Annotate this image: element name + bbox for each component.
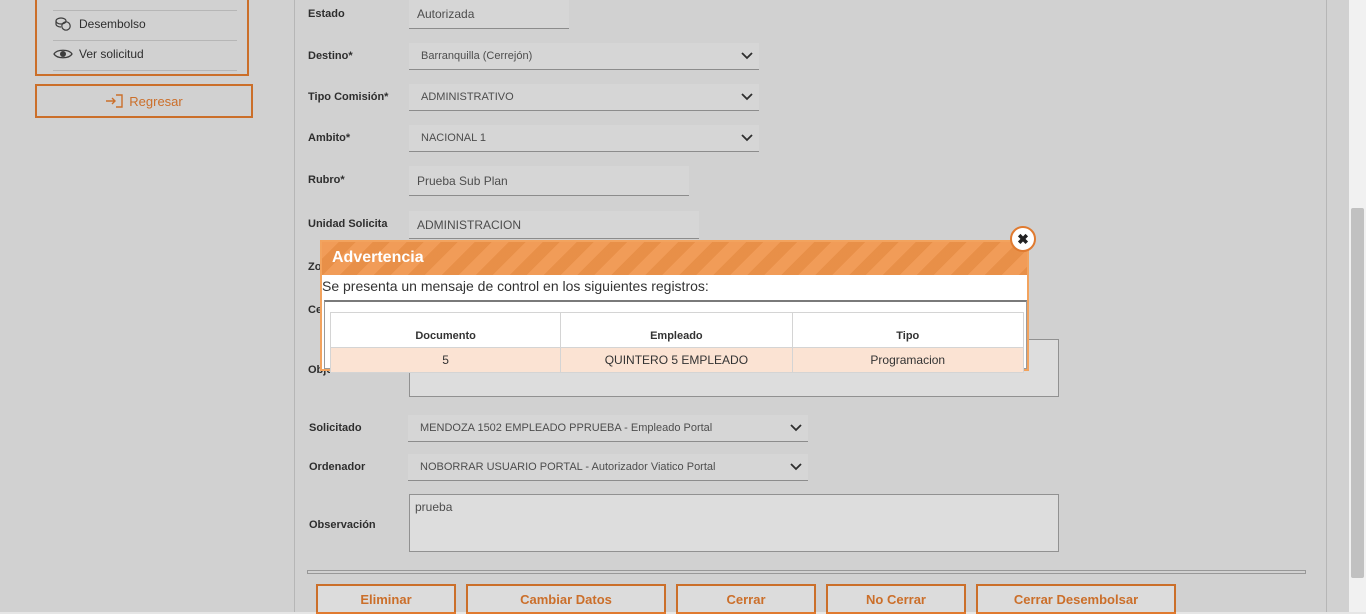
ordenador-label: Ordenador xyxy=(309,461,366,473)
eliminar-button[interactable]: Eliminar xyxy=(316,584,456,614)
dialog-title: Advertencia xyxy=(332,249,424,266)
rubro-field[interactable]: Prueba Sub Plan xyxy=(409,166,689,196)
dialog-header: Advertencia xyxy=(322,242,1027,275)
cambiar-datos-button[interactable]: Cambiar Datos xyxy=(466,584,666,614)
chevron-down-icon xyxy=(790,424,802,432)
destino-value: Barranquilla (Cerrejón) xyxy=(421,50,533,62)
scrollbar-thumb[interactable] xyxy=(1351,208,1364,578)
sidebar-item-label: Desembolso xyxy=(79,17,146,31)
tipo-comision-label: Tipo Comisión* xyxy=(308,91,389,103)
ordenador-value: NOBORRAR USUARIO PORTAL - Autorizador Vi… xyxy=(420,461,716,473)
estado-label: Estado xyxy=(308,8,345,20)
unidad-label: Unidad Solicita xyxy=(308,218,388,230)
warning-dialog: Advertencia Se presenta un mensaje de co… xyxy=(320,240,1029,373)
table-row[interactable]: 5 QUINTERO 5 EMPLEADO Programacion xyxy=(329,347,1025,373)
cerrar-desembolsar-button[interactable]: Cerrar Desembolsar xyxy=(976,584,1176,614)
records-table: Documento Empleado Tipo 5 QUINTERO 5 EMP… xyxy=(329,312,1025,373)
coins-icon xyxy=(53,15,73,33)
solicitado-select[interactable]: MENDOZA 1502 EMPLEADO PPRUEBA - Empleado… xyxy=(408,415,808,442)
close-icon[interactable]: ✖ xyxy=(1010,226,1036,252)
regresar-label: Regresar xyxy=(129,93,183,109)
column-header: Tipo xyxy=(791,312,1025,348)
unidad-field[interactable]: ADMINISTRACION xyxy=(409,211,699,239)
observacion-textarea[interactable]: prueba xyxy=(409,494,1059,552)
chevron-down-icon xyxy=(741,134,753,142)
cerrar-button[interactable]: Cerrar xyxy=(676,584,816,614)
table-cell: Programacion xyxy=(791,347,1025,373)
divider xyxy=(307,570,1306,574)
chevron-down-icon xyxy=(741,93,753,101)
destino-select[interactable]: Barranquilla (Cerrejón) xyxy=(409,43,759,70)
table-cell: 5 xyxy=(329,347,562,373)
dialog-body: Documento Empleado Tipo 5 QUINTERO 5 EMP… xyxy=(324,300,1027,373)
divider xyxy=(53,70,237,71)
tipo-comision-select[interactable]: ADMINISTRATIVO xyxy=(409,84,759,111)
sign-out-icon xyxy=(105,94,123,108)
estado-field: Autorizada xyxy=(409,0,569,29)
ambito-label: Ambito* xyxy=(308,132,351,144)
observacion-label: Observación xyxy=(309,519,376,531)
table-cell: QUINTERO 5 EMPLEADO xyxy=(560,347,793,373)
ordenador-select[interactable]: NOBORRAR USUARIO PORTAL - Autorizador Vi… xyxy=(408,454,808,481)
no-cerrar-button[interactable]: No Cerrar xyxy=(826,584,966,614)
sidebar-item-label: Ver solicitud xyxy=(79,47,144,61)
ambito-value: NACIONAL 1 xyxy=(421,132,487,144)
column-header: Documento xyxy=(329,312,562,348)
sidebar-item-ver-solicitud[interactable]: Ver solicitud xyxy=(53,39,237,69)
sidebar-menu: Desembolso Ver solicitud xyxy=(35,0,249,76)
destino-label: Destino* xyxy=(308,50,353,62)
eye-icon xyxy=(53,45,73,63)
ambito-select[interactable]: NACIONAL 1 xyxy=(409,125,759,152)
regresar-button[interactable]: Regresar xyxy=(35,84,253,118)
chevron-down-icon xyxy=(790,463,802,471)
rubro-label: Rubro* xyxy=(308,174,345,186)
solicitado-label: Solicitado xyxy=(309,422,362,434)
sidebar-item-desembolso[interactable]: Desembolso xyxy=(53,9,237,39)
dialog-message: Se presenta un mensaje de control en los… xyxy=(322,278,709,294)
tipo-comision-value: ADMINISTRATIVO xyxy=(421,91,514,103)
solicitado-value: MENDOZA 1502 EMPLEADO PPRUEBA - Empleado… xyxy=(420,422,713,434)
column-header: Empleado xyxy=(560,312,793,348)
chevron-down-icon xyxy=(741,52,753,60)
